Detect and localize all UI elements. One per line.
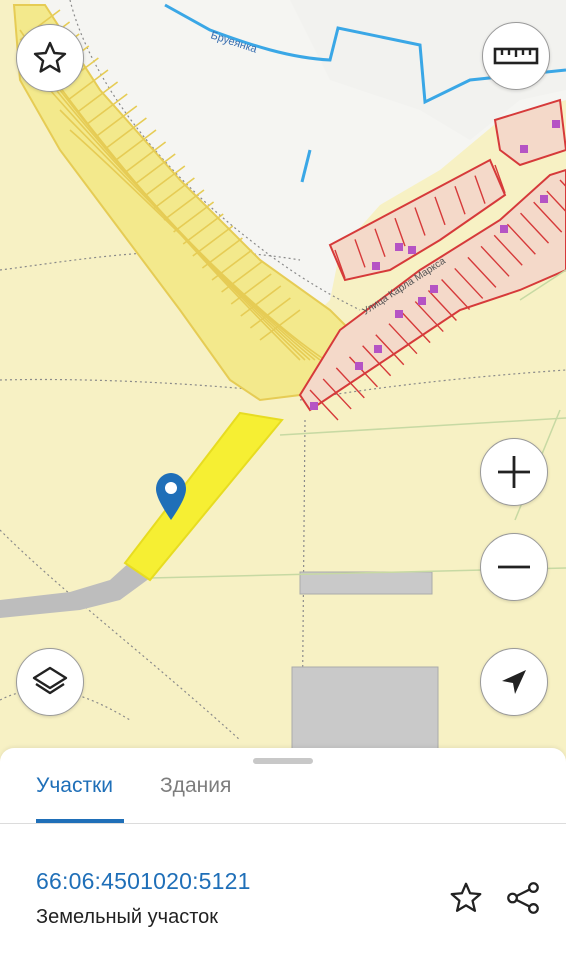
- zoom-in-button[interactable]: [480, 438, 548, 506]
- star-icon: [450, 882, 482, 912]
- share-icon: [507, 882, 539, 914]
- ruler-button[interactable]: [482, 22, 550, 90]
- minus-icon: [498, 565, 530, 569]
- building: [408, 246, 416, 254]
- star-icon: [33, 41, 67, 73]
- tab-buildings[interactable]: Здания: [160, 774, 231, 798]
- locate-me-button[interactable]: [480, 648, 548, 716]
- building: [520, 145, 528, 153]
- layers-button[interactable]: [16, 648, 84, 716]
- building: [418, 297, 426, 305]
- building: [395, 310, 403, 318]
- share-button[interactable]: [503, 878, 543, 918]
- zoom-out-button[interactable]: [480, 533, 548, 601]
- building: [355, 362, 363, 370]
- building: [552, 120, 560, 128]
- building: [500, 225, 508, 233]
- parcel-type: Земельный участок: [36, 906, 219, 928]
- cadastral-number-link[interactable]: 66:06:4501020:5121: [36, 868, 251, 895]
- building: [374, 345, 382, 353]
- favorite-button[interactable]: [16, 24, 84, 92]
- layers-icon: [32, 666, 68, 695]
- plus-icon: [498, 456, 530, 488]
- building: [430, 285, 438, 293]
- tab-parcels[interactable]: Участки: [36, 774, 113, 798]
- sheet-tabs: Участки Здания: [0, 748, 566, 824]
- active-tab-indicator: [36, 819, 124, 823]
- ruler-icon: [493, 47, 539, 65]
- building: [372, 262, 380, 270]
- building: [540, 195, 548, 203]
- building: [310, 402, 318, 410]
- favorite-parcel-button[interactable]: [446, 878, 486, 918]
- bottom-sheet: Участки Здания 66:06:4501020:5121 Земель…: [0, 748, 566, 960]
- navigation-arrow-icon: [502, 670, 526, 694]
- building: [395, 243, 403, 251]
